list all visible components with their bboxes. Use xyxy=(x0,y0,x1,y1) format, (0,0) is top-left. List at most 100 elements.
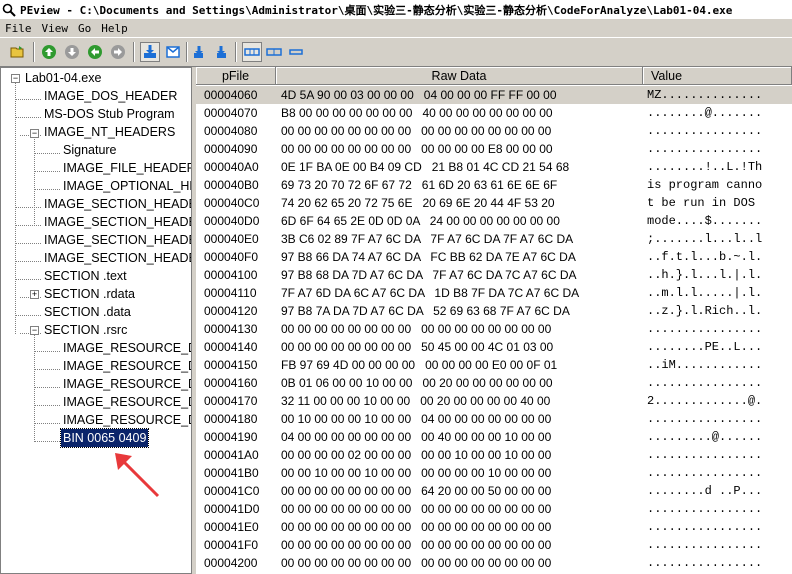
open-file-button[interactable] xyxy=(8,42,28,62)
row-ascii-value: ..iM............ xyxy=(647,358,763,372)
tree-item-bin-resource[interactable]: BIN 0065 0409 xyxy=(59,428,150,448)
tree-item-optional-header[interactable]: IMAGE_OPTIONAL_HEADER xyxy=(63,177,191,195)
column-header-pfile[interactable]: pFile xyxy=(196,67,276,85)
hex-row[interactable]: 00004150 FB 97 69 4D 00 00 00 00 00 00 00… xyxy=(196,356,792,374)
hex-row[interactable]: 00004190 04 00 00 00 00 00 00 00 00 40 00… xyxy=(196,428,792,446)
row-ascii-value: 2.............@. xyxy=(647,394,763,408)
view-qword-button[interactable] xyxy=(210,42,230,62)
previous-button[interactable] xyxy=(85,42,105,62)
layout-medium-button[interactable] xyxy=(264,42,284,62)
hex-row[interactable]: 000041F0 00 00 00 00 00 00 00 00 00 00 00… xyxy=(196,536,792,554)
row-ascii-value: .........@...... xyxy=(647,430,763,444)
hex-row[interactable]: 00004120 97 B8 7A DA 7D A7 6C DA 52 69 63… xyxy=(196,302,792,320)
arrow-up-icon xyxy=(42,45,56,59)
view-hex-byte-button[interactable] xyxy=(140,42,160,62)
hex-row[interactable]: 00004060 4D 5A 90 00 03 00 00 00 04 00 00… xyxy=(196,86,792,104)
hex-row[interactable]: 000041D0 00 00 00 00 00 00 00 00 00 00 00… xyxy=(196,500,792,518)
tree-item-resource-data-entry[interactable]: IMAGE_RESOURCE_DATA_ENTRY xyxy=(63,411,191,429)
hex-row[interactable]: 00004130 00 00 00 00 00 00 00 00 00 00 00… xyxy=(196,320,792,338)
menu-view[interactable]: View xyxy=(37,22,74,35)
column-header-value[interactable]: Value xyxy=(643,67,792,85)
tree-item-resource-directory[interactable]: IMAGE_RESOURCE_DIRECTORY xyxy=(63,375,191,393)
hex-row[interactable]: 00004090 00 00 00 00 00 00 00 00 00 00 00… xyxy=(196,140,792,158)
hex-row[interactable]: 00004170 32 11 00 00 00 10 00 00 00 20 00… xyxy=(196,392,792,410)
window-title: PEview - C:\Documents and Settings\Admin… xyxy=(20,3,733,17)
row-raw-data: 00 00 00 00 00 00 00 00 00 00 00 00 00 0… xyxy=(281,556,552,570)
row-offset: 00004190 xyxy=(204,430,258,444)
hex-row[interactable]: 000040D0 6D 6F 64 65 2E 0D 0D 0A 24 00 00… xyxy=(196,212,792,230)
row-ascii-value: mode....$....... xyxy=(647,214,763,228)
arrow-left-icon xyxy=(88,45,102,59)
menu-help[interactable]: Help xyxy=(96,22,133,35)
hex-row[interactable]: 000041E0 00 00 00 00 00 00 00 00 00 00 00… xyxy=(196,518,792,536)
menu-bar: File View Go Help xyxy=(0,20,792,36)
view-dword-button[interactable] xyxy=(190,42,210,62)
hex-row[interactable]: 000040E0 3B C6 02 89 7F A7 6C DA 7F A7 6C… xyxy=(196,230,792,248)
tree-item-section-header-rsrc[interactable]: IMAGE_SECTION_HEADER .rsrc xyxy=(44,249,191,267)
row-ascii-value: ..h.}.l...l.|.l. xyxy=(647,268,763,282)
row-ascii-value: t be run in DOS xyxy=(647,196,763,210)
menu-go[interactable]: Go xyxy=(73,22,96,35)
row-offset: 00004120 xyxy=(204,304,258,318)
row-ascii-value: ..m.l.l.....|.l. xyxy=(647,286,763,300)
hex-row[interactable]: 000040B0 69 73 20 70 72 6F 67 72 61 6D 20… xyxy=(196,176,792,194)
hex-row[interactable]: 000040F0 97 B8 66 DA 74 A7 6C DA FC BB 62… xyxy=(196,248,792,266)
hex-row[interactable]: 00004140 00 00 00 00 00 00 00 00 50 45 00… xyxy=(196,338,792,356)
tree-item-section-header-rdata[interactable]: IMAGE_SECTION_HEADER .rdata xyxy=(44,213,191,231)
forward-button[interactable] xyxy=(62,42,82,62)
collapse-nt-headers-icon[interactable]: − xyxy=(30,129,39,138)
row-offset: 00004130 xyxy=(204,322,258,336)
row-raw-data: 00 00 10 00 00 10 00 00 00 00 00 00 10 0… xyxy=(281,466,552,480)
expand-rdata-icon[interactable]: + xyxy=(30,290,39,299)
tree-item-resource-directory[interactable]: IMAGE_RESOURCE_DIRECTORY xyxy=(63,393,191,411)
tree-item-file-header[interactable]: IMAGE_FILE_HEADER xyxy=(63,159,191,177)
row-offset: 000040D0 xyxy=(204,214,260,228)
tree-item-nt-headers[interactable]: IMAGE_NT_HEADERS xyxy=(44,123,175,141)
row-raw-data: 00 00 00 00 00 00 00 00 00 00 00 00 00 0… xyxy=(281,502,552,516)
tree-root[interactable]: Lab01-04.exe xyxy=(25,69,101,87)
hex-row[interactable]: 00004100 97 B8 68 DA 7D A7 6C DA 7F A7 6C… xyxy=(196,266,792,284)
hex-row[interactable]: 00004070 B8 00 00 00 00 00 00 00 40 00 00… xyxy=(196,104,792,122)
open-folder-icon xyxy=(10,46,24,58)
tree-item-section-data[interactable]: SECTION .data xyxy=(44,303,131,321)
tree-item-section-rsrc[interactable]: SECTION .rsrc xyxy=(44,321,127,339)
tree-item-signature[interactable]: Signature xyxy=(63,141,117,159)
hex-row[interactable]: 00004080 00 00 00 00 00 00 00 00 00 00 00… xyxy=(196,122,792,140)
hex-row[interactable]: 000041A0 00 00 00 00 02 00 00 00 00 00 10… xyxy=(196,446,792,464)
collapse-rsrc-icon[interactable]: − xyxy=(30,326,39,335)
tree-item-section-rdata[interactable]: SECTION .rdata xyxy=(44,285,135,303)
row-raw-data: 00 00 00 00 00 00 00 00 00 00 00 00 E8 0… xyxy=(281,142,553,156)
back-button[interactable] xyxy=(39,42,59,62)
hex-row[interactable]: 000040A0 0E 1F BA 0E 00 B4 09 CD 21 B8 01… xyxy=(196,158,792,176)
tree-item-section-header-data[interactable]: IMAGE_SECTION_HEADER .data xyxy=(44,231,191,249)
hex-row[interactable]: 000041B0 00 00 10 00 00 10 00 00 00 00 00… xyxy=(196,464,792,482)
row-ascii-value: MZ.............. xyxy=(647,88,763,102)
hex-row[interactable]: 000040C0 74 20 62 65 20 72 75 6E 20 69 6E… xyxy=(196,194,792,212)
row-ascii-value: ................ xyxy=(647,376,763,390)
column-header-raw-data[interactable]: Raw Data xyxy=(276,67,643,85)
tree-item-dos-header[interactable]: IMAGE_DOS_HEADER xyxy=(44,87,177,105)
row-offset: 00004170 xyxy=(204,394,258,408)
hex-row[interactable]: 00004110 7F A7 6D DA 6C A7 6C DA 1D B8 7F… xyxy=(196,284,792,302)
row-raw-data: 00 00 00 00 00 00 00 00 50 45 00 00 4C 0… xyxy=(281,340,554,354)
tree-item-dos-stub[interactable]: MS-DOS Stub Program xyxy=(44,105,175,123)
hex-row[interactable]: 00004180 00 10 00 00 00 10 00 00 04 00 00… xyxy=(196,410,792,428)
tree-item-resource-directory[interactable]: IMAGE_RESOURCE_DIRECTORY xyxy=(63,339,191,357)
menu-file[interactable]: File xyxy=(0,22,37,35)
two-columns-icon xyxy=(266,48,282,56)
tree-item-section-header-text[interactable]: IMAGE_SECTION_HEADER .text xyxy=(44,195,191,213)
row-ascii-value: is program canno xyxy=(647,178,763,192)
hex-view[interactable]: pFile Raw Data Value 00004060 4D 5A 90 00… xyxy=(196,67,792,574)
row-raw-data: 04 00 00 00 00 00 00 00 00 40 00 00 00 1… xyxy=(281,430,552,444)
hex-row[interactable]: 00004200 00 00 00 00 00 00 00 00 00 00 00… xyxy=(196,554,792,572)
tree-item-section-text[interactable]: SECTION .text xyxy=(44,267,127,285)
view-hex-word-button[interactable] xyxy=(163,42,183,62)
layout-wide-button[interactable] xyxy=(242,42,262,62)
hex-row[interactable]: 00004160 0B 01 06 00 00 10 00 00 00 20 00… xyxy=(196,374,792,392)
row-raw-data: 0E 1F BA 0E 00 B4 09 CD 21 B8 01 4C CD 2… xyxy=(281,160,570,174)
tree-item-resource-directory[interactable]: IMAGE_RESOURCE_DIRECTORY xyxy=(63,357,191,375)
layout-narrow-button[interactable] xyxy=(286,42,306,62)
hex-row[interactable]: 000041C0 00 00 00 00 00 00 00 00 64 20 00… xyxy=(196,482,792,500)
next-button[interactable] xyxy=(108,42,128,62)
collapse-root-icon[interactable]: − xyxy=(11,74,20,83)
